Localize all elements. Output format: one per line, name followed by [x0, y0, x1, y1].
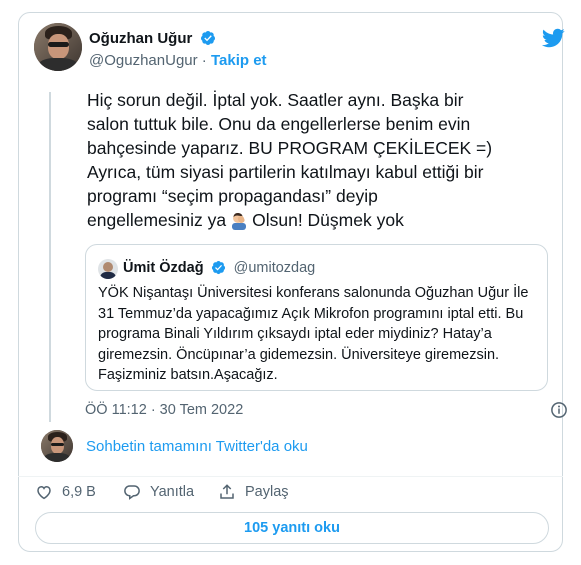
separator-dot: · [201, 52, 207, 69]
reply-icon [124, 485, 140, 500]
reply-label: Yanıtla [150, 484, 195, 500]
quoted-tweet[interactable]: Ümit Özdağ @umitozdag YÖK Nişantaşı Üniv… [85, 244, 548, 391]
verified-badge-icon [200, 31, 215, 45]
tweet-text: Hiç sorun değil. İptal yok. Saatler aynı… [87, 88, 547, 232]
verified-badge-icon [211, 260, 225, 275]
author-name[interactable]: Oğuzhan Uğur [89, 30, 216, 47]
tweet-text-tail: Olsun! Düşmek yok [252, 210, 404, 230]
read-full-thread-link[interactable]: Sohbetin tamamını Twitter'da oku [86, 438, 308, 455]
quoted-author-name[interactable]: Ümit Özdağ [123, 260, 204, 276]
read-replies-button[interactable]: 105 yanıtı oku [35, 512, 549, 544]
quoted-author-line: Ümit Özdağ @umitozdag [123, 260, 315, 276]
quoted-tweet-text: YÖK Nişantaşı Üniversitesi konferans sal… [98, 285, 529, 383]
author-avatar[interactable] [34, 23, 82, 71]
thread-connector-line [49, 92, 51, 422]
quoted-author-handle[interactable]: @umitozdag [234, 260, 316, 276]
tweet-text-main: Hiç sorun değil. İptal yok. Saatler aynı… [87, 90, 493, 230]
thread-author-avatar[interactable] [41, 430, 73, 462]
author-name-text[interactable]: Oğuzhan Uğur [89, 30, 192, 47]
follow-link[interactable]: Takip et [211, 52, 267, 69]
heart-icon [37, 485, 51, 500]
tweet-timestamp[interactable]: ÖÖ 11:12 · 30 Tem 2022 [85, 402, 243, 418]
author-handle-line: @OguzhanUgur · Takip et [89, 52, 267, 69]
share-icon [220, 484, 234, 499]
like-count: 6,9 B [62, 484, 96, 500]
like-button[interactable]: 6,9 B [35, 483, 96, 501]
reply-button[interactable]: Yanıtla [123, 483, 194, 501]
man-facepalming-icon [232, 212, 247, 230]
divider [18, 476, 563, 477]
twitter-logo-icon[interactable] [541, 26, 565, 50]
author-handle[interactable]: @OguzhanUgur [89, 52, 198, 69]
quoted-author-avatar[interactable] [98, 259, 118, 279]
share-label: Paylaş [245, 484, 289, 500]
info-icon[interactable] [550, 401, 568, 419]
share-button[interactable]: Paylaş [218, 483, 289, 501]
